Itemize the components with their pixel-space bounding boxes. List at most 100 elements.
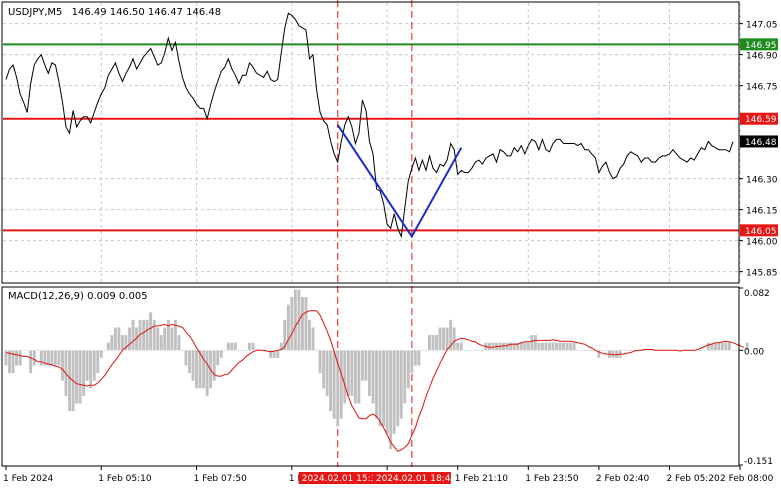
macd-histogram-bar: [413, 350, 417, 366]
macd-histogram-bar: [558, 342, 562, 351]
macd-histogram-bar: [166, 319, 170, 351]
macd-histogram-bar: [551, 342, 555, 351]
macd-histogram-bar: [579, 350, 583, 351]
macd-histogram-bar: [382, 350, 386, 427]
macd-histogram-bar: [322, 350, 326, 389]
macd-histogram-bar: [39, 350, 43, 366]
macd-histogram-bar: [643, 350, 647, 351]
price-tick-label: 146.00: [746, 238, 778, 248]
macd-histogram-bar: [22, 350, 26, 351]
macd-histogram-bar: [163, 327, 167, 351]
macd-histogram-bar: [530, 335, 534, 351]
macd-histogram-bar: [117, 327, 121, 351]
macd-histogram-bar: [156, 327, 160, 351]
macd-histogram-bar: [488, 342, 491, 351]
macd-histogram-bar: [212, 350, 216, 381]
macd-histogram-bar: [233, 342, 237, 351]
macd-histogram-bar: [286, 304, 290, 351]
time-tick-label: 1 Feb 07:50: [194, 474, 248, 484]
macd-histogram-bar: [244, 350, 248, 351]
macd-histogram-bar: [428, 335, 431, 351]
macd-histogram-bar: [417, 350, 421, 366]
time-tick-label: 1 Feb 2024: [3, 474, 54, 484]
macd-histogram-bar: [251, 342, 255, 351]
macd-histogram-bar: [325, 350, 329, 396]
macd-histogram-bar: [421, 350, 424, 351]
macd-histogram-bar: [399, 350, 403, 419]
macd-histogram-bar: [50, 350, 54, 366]
macd-histogram-bar: [463, 350, 467, 351]
macd-histogram-bar: [46, 350, 50, 366]
macd-histogram-bar: [301, 297, 304, 351]
macd-histogram-bar: [392, 350, 396, 434]
time-tick-label: 1 Feb 05:10: [98, 474, 152, 484]
macd-histogram-bar: [57, 350, 61, 366]
time-tick-label: 2 Feb 02:40: [596, 474, 650, 484]
macd-tick-label: -0.151: [744, 457, 773, 467]
macd-histogram-bar: [78, 350, 82, 404]
macd-histogram-bar: [505, 342, 509, 351]
macd-histogram-bar: [572, 342, 576, 351]
macd-histogram-bar: [96, 350, 100, 374]
level-price-label: 146.59: [745, 115, 777, 125]
macd-histogram-bar: [473, 350, 477, 351]
macd-histogram-bar: [329, 350, 333, 412]
level-price-label: 146.95: [745, 41, 777, 51]
macd-histogram-bar: [195, 350, 198, 389]
macd-histogram-bar: [226, 342, 230, 351]
macd-histogram-bar: [350, 350, 354, 396]
macd-histogram-bar: [131, 319, 135, 351]
macd-histogram-bar: [565, 342, 569, 351]
macd-histogram-bar: [533, 335, 537, 351]
macd-histogram-bar: [435, 335, 438, 351]
current-price-label: 146.48: [745, 138, 777, 148]
macd-histogram-bar: [216, 350, 220, 366]
macd-histogram-bar: [601, 350, 604, 351]
macd-histogram-bar: [396, 350, 400, 427]
macd-histogram-bar: [304, 297, 308, 351]
macd-histogram-bar: [403, 350, 407, 404]
macd-histogram-bar: [18, 350, 22, 366]
macd-histogram-bar: [202, 350, 206, 389]
macd-histogram-bar: [75, 350, 78, 404]
macd-histogram-bar: [378, 350, 382, 427]
ohlc-label: 146.49 146.50 146.47 146.48: [72, 7, 222, 18]
macd-histogram-bar: [159, 335, 163, 351]
macd-tick-label: 0.00: [744, 347, 764, 357]
macd-histogram-bar: [315, 350, 318, 351]
macd-histogram-bar: [481, 350, 484, 351]
macd-histogram-bar: [15, 350, 18, 366]
macd-histogram-bar: [541, 342, 544, 351]
macd-histogram-bar: [311, 327, 315, 351]
macd-histogram-bar: [219, 350, 223, 358]
macd-histogram-bar: [590, 350, 594, 351]
price-tick-label: 146.30: [746, 176, 778, 186]
macd-histogram-bar: [61, 350, 64, 381]
macd-histogram-bar: [646, 350, 650, 351]
macd-histogram-bar: [431, 335, 435, 351]
macd-histogram-bar: [385, 350, 389, 434]
macd-histogram-bar: [92, 350, 96, 381]
macd-histogram-bar: [343, 350, 347, 404]
macd-histogram-bar: [371, 350, 375, 404]
macd-histogram-bar: [241, 350, 244, 351]
macd-histogram-bar: [537, 342, 541, 351]
macd-histogram-bar: [353, 350, 357, 404]
macd-histogram-bar: [293, 289, 297, 351]
macd-histogram-bar: [170, 327, 174, 351]
macd-histogram-bar: [438, 327, 442, 351]
macd-histogram-bar: [110, 335, 114, 351]
macd-histogram-bar: [544, 342, 548, 351]
macd-histogram-bar: [276, 350, 280, 358]
macd-histogram-bar: [717, 342, 721, 351]
macd-histogram-bar: [466, 350, 470, 351]
macd-histogram-bar: [583, 350, 587, 351]
macd-histogram-bar: [113, 327, 117, 351]
macd-histogram-bar: [706, 342, 710, 351]
macd-histogram-bar: [548, 342, 551, 351]
macd-histogram-bar: [406, 350, 410, 389]
macd-histogram-bar: [696, 350, 700, 351]
macd-histogram-bar: [459, 342, 463, 351]
price-tick-label: 145.85: [746, 269, 778, 279]
macd-histogram-bar: [173, 319, 177, 351]
